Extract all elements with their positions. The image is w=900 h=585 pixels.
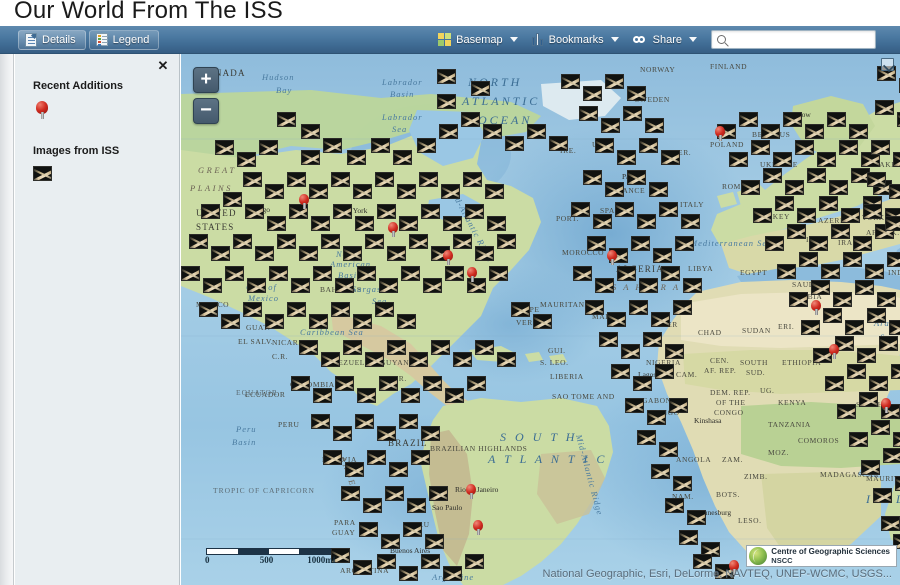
zoom-in-button[interactable]: +	[193, 67, 219, 93]
search-input[interactable]	[726, 32, 875, 47]
zoom-controls: + −	[193, 67, 219, 124]
chevron-down-icon	[689, 37, 697, 42]
map-application: Our World From The ISS Details Legend Ba…	[0, 0, 900, 585]
scale-tick-0: 0	[205, 555, 210, 565]
bookmarks-icon	[531, 33, 544, 46]
title-bar: Our World From The ISS	[0, 0, 900, 26]
scale-tick-1: 500	[259, 555, 274, 565]
page-title: Our World From The ISS	[14, 0, 283, 24]
globe-logo-icon	[749, 547, 768, 565]
bookmarks-menu-label: Bookmarks	[548, 33, 604, 46]
tab-legend-label: Legend	[112, 33, 150, 46]
scale-tick-2: 1000mi	[307, 555, 336, 565]
toolbar-right-group: Basemap Bookmarks Share	[438, 30, 876, 49]
zoom-out-button[interactable]: −	[193, 98, 219, 124]
bookmarks-menu[interactable]: Bookmarks	[531, 33, 619, 46]
image-thumbnail-marker-icon	[33, 166, 52, 181]
map-canvas[interactable]: NORTH ATLANTIC OCEAN Hudson Bay Labrador Basin…	[181, 54, 900, 585]
logo-subtitle: NSCC	[771, 556, 793, 565]
basemap-grid-icon	[438, 33, 452, 46]
tab-details-label: Details	[42, 33, 76, 46]
expand-map-icon[interactable]	[881, 58, 894, 71]
chevron-down-icon	[509, 37, 518, 42]
basemap-menu[interactable]: Basemap	[438, 33, 518, 46]
details-panel-content: Recent Additions Images from ISS	[15, 54, 179, 181]
search-box[interactable]	[711, 30, 876, 49]
basemap-menu-label: Basemap	[456, 33, 503, 46]
legend-icon	[95, 33, 108, 46]
legend-group-title-iss: Images from ISS	[33, 145, 120, 157]
document-icon	[25, 32, 37, 47]
share-menu-label: Share	[652, 33, 682, 46]
share-icon	[632, 35, 648, 45]
tab-legend[interactable]: Legend	[88, 29, 160, 50]
body-area: ✕ Recent Additions Images from ISS NORTH…	[0, 54, 900, 585]
scale-bar-labels: 0 500 1000mi	[205, 555, 335, 567]
logo-title: Centre of Geographic Sciences	[771, 547, 890, 556]
main-toolbar: Details Legend Basemap Bookmarks Share	[0, 26, 900, 54]
scale-bar: 0 500 1000mi	[205, 548, 335, 567]
left-rail	[0, 54, 14, 585]
red-pin-marker-icon	[36, 101, 49, 119]
search-icon	[717, 35, 726, 44]
map-attribution: National Geographic, Esri, DeLorme, NAVT…	[542, 568, 892, 580]
share-menu[interactable]: Share	[632, 33, 697, 46]
chevron-down-icon	[610, 37, 619, 42]
details-panel: ✕ Recent Additions Images from ISS	[15, 54, 180, 585]
scale-bar-track	[206, 548, 331, 555]
basemap-graphic	[181, 54, 900, 585]
toolbar-left-group: Details Legend	[18, 29, 160, 50]
tab-details[interactable]: Details	[18, 29, 86, 50]
organization-logo: Centre of Geographic Sciences NSCC	[746, 545, 897, 567]
close-icon[interactable]: ✕	[156, 59, 170, 73]
legend-group-title-recent: Recent Additions	[33, 80, 124, 92]
